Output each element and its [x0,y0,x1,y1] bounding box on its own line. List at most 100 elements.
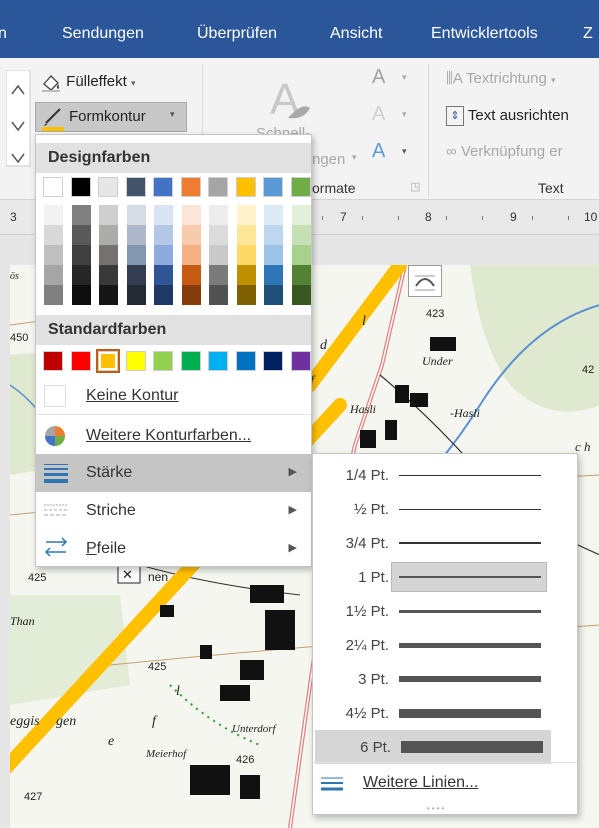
theme-color-swatch[interactable] [208,177,228,197]
theme-shade-swatch[interactable] [290,285,311,305]
weight-option[interactable]: 3/4 Pt. [313,526,577,560]
theme-shade-swatch[interactable] [290,265,311,285]
theme-shade-swatch[interactable] [125,285,146,305]
theme-shade-swatch[interactable] [43,245,63,265]
standard-color-swatch[interactable] [208,351,228,371]
theme-color-swatch[interactable] [125,177,146,197]
weight-option[interactable]: 3 Pt. [313,662,577,696]
theme-color-swatch[interactable] [43,177,63,197]
weight-item[interactable]: Stärke ▶ [36,454,311,492]
standard-color-swatch[interactable] [180,351,201,371]
arrows-item[interactable]: Pfeile ▶ [36,530,311,568]
standard-color-swatch[interactable] [153,351,173,371]
theme-shade-swatch[interactable] [98,205,118,225]
create-link-button[interactable]: ∞ Verknüpfung er [446,143,563,160]
shape-outline-button[interactable]: Formkontur ▾ [35,102,187,132]
theme-shade-swatch[interactable] [180,245,201,265]
tab-partial-right[interactable]: Z [583,25,593,43]
theme-shade-swatch[interactable] [290,205,311,225]
standard-color-swatch[interactable] [290,351,311,371]
theme-shade-swatch[interactable] [98,225,118,245]
theme-shade-swatch[interactable] [153,225,173,245]
theme-shade-swatch[interactable] [43,225,63,245]
theme-shade-swatch[interactable] [70,285,91,305]
weight-option[interactable]: 1/4 Pt. [313,458,577,492]
theme-shade-swatch[interactable] [70,225,91,245]
theme-shade-swatch[interactable] [235,205,256,225]
theme-color-swatch[interactable] [70,177,91,197]
theme-color-swatch[interactable] [290,177,311,197]
theme-shade-swatch[interactable] [43,205,63,225]
tab-ueberpruefen[interactable]: Überprüfen [197,25,277,43]
theme-shade-swatch[interactable] [235,265,256,285]
weight-option[interactable]: 2¼ Pt. [313,628,577,662]
theme-shade-swatch[interactable] [290,225,311,245]
weight-option[interactable]: 6 Pt. [315,730,551,764]
theme-color-swatch[interactable] [263,177,283,197]
standard-color-swatch[interactable] [70,351,91,371]
dashes-item[interactable]: Striche ▶ [36,492,311,530]
theme-shade-swatch[interactable] [290,245,311,265]
theme-shade-swatch[interactable] [43,265,63,285]
theme-shade-swatch[interactable] [70,205,91,225]
theme-shade-swatch[interactable] [180,285,201,305]
theme-shade-swatch[interactable] [180,225,201,245]
resize-grip-icon[interactable]: •••• [427,804,446,813]
theme-shade-swatch[interactable] [208,245,228,265]
standard-color-swatch[interactable] [43,351,63,371]
standard-color-swatch[interactable] [125,351,146,371]
theme-shade-swatch[interactable] [98,265,118,285]
fill-effect-button[interactable]: Fülleffekt ▾ [40,72,135,92]
tab-sendungen[interactable]: Sendungen [62,25,144,43]
no-outline-item[interactable]: Keine Kontur [36,377,311,415]
theme-shade-swatch[interactable] [263,285,283,305]
theme-shade-swatch[interactable] [235,245,256,265]
theme-shade-swatch[interactable] [180,205,201,225]
theme-shade-swatch[interactable] [125,205,146,225]
dialog-launcher-icon[interactable]: ◳ [410,180,420,193]
gallery-scroll-icons[interactable] [6,70,32,170]
theme-shade-swatch[interactable] [125,265,146,285]
theme-shade-swatch[interactable] [263,245,283,265]
weight-option[interactable]: 1 Pt. [313,560,577,594]
theme-color-swatch[interactable] [180,177,201,197]
theme-shade-swatch[interactable] [153,285,173,305]
theme-color-swatch[interactable] [98,177,118,197]
standard-color-swatch[interactable] [96,349,120,373]
theme-shade-swatch[interactable] [263,225,283,245]
theme-shade-swatch[interactable] [208,285,228,305]
theme-color-swatch[interactable] [235,177,256,197]
theme-shade-swatch[interactable] [70,265,91,285]
quick-styles-icon[interactable]: A [266,72,314,126]
theme-shade-swatch[interactable] [208,225,228,245]
standard-color-swatch[interactable] [263,351,283,371]
theme-shade-swatch[interactable] [98,285,118,305]
weight-option[interactable]: 1½ Pt. [313,594,577,628]
theme-shade-swatch[interactable] [125,225,146,245]
layout-options-icon[interactable] [408,265,442,297]
text-fill-icon[interactable]: A [372,66,385,89]
theme-shade-swatch[interactable] [153,245,173,265]
theme-shade-swatch[interactable] [263,205,283,225]
theme-shade-swatch[interactable] [125,245,146,265]
theme-color-swatch[interactable] [153,177,173,197]
theme-shade-swatch[interactable] [43,285,63,305]
more-lines-item[interactable]: Weitere Linien... [313,764,577,802]
tab-ansicht[interactable]: Ansicht [330,25,382,43]
theme-shade-swatch[interactable] [98,245,118,265]
theme-shade-swatch[interactable] [235,225,256,245]
weight-option[interactable]: ½ Pt. [313,492,577,526]
align-text-button[interactable]: ⇕ Text ausrichten [446,106,569,126]
more-outline-colors-item[interactable]: Weitere Konturfarben... [36,417,311,455]
standard-color-swatch[interactable] [235,351,256,371]
tab-partial-left[interactable]: n [0,25,7,43]
theme-shade-swatch[interactable] [235,285,256,305]
theme-shade-swatch[interactable] [70,245,91,265]
tab-entwicklertools[interactable]: Entwicklertools [431,25,538,43]
text-direction-button[interactable]: ⫼A Textrichtung ▾ [446,70,556,87]
theme-shade-swatch[interactable] [153,265,173,285]
theme-shade-swatch[interactable] [208,265,228,285]
weight-option[interactable]: 4½ Pt. [313,696,577,730]
theme-shade-swatch[interactable] [263,265,283,285]
text-outline-icon[interactable]: A [372,103,385,126]
